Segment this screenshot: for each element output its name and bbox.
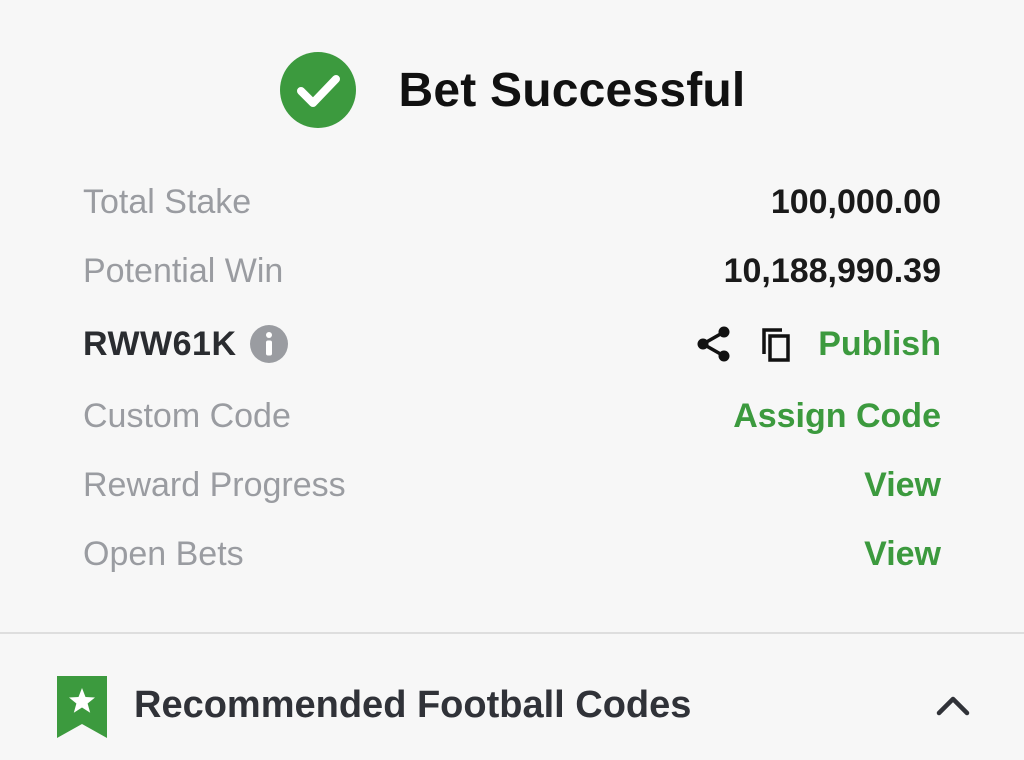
bet-summary: Total Stake 100,000.00 Potential Win 10,… [83,168,941,589]
success-header: Bet Successful [0,50,1024,130]
custom-code-label: Custom Code [83,397,291,435]
total-stake-label: Total Stake [83,183,252,221]
reward-progress-view-link[interactable]: View [864,466,941,505]
chevron-up-icon[interactable] [934,690,972,720]
bet-success-screen: Bet Successful Total Stake 100,000.00 Po… [0,0,1024,760]
publish-link[interactable]: Publish [818,325,941,364]
copy-icon[interactable] [756,324,796,364]
info-icon[interactable] [249,324,289,364]
assign-code-link[interactable]: Assign Code [733,397,941,436]
reward-progress-row: Reward Progress View [83,451,941,520]
reward-progress-label: Reward Progress [83,466,346,504]
potential-win-label: Potential Win [83,252,284,290]
potential-win-value: 10,188,990.39 [723,252,941,290]
open-bets-view-link[interactable]: View [864,535,941,574]
booking-code: RWW61K [83,324,237,363]
page-title: Bet Successful [398,63,746,117]
total-stake-value: 100,000.00 [770,183,941,221]
potential-win-row: Potential Win 10,188,990.39 [83,237,941,306]
bookmark-star-icon [57,676,107,738]
open-bets-row: Open Bets View [83,520,941,589]
booking-code-row: RWW61K Publish [83,306,941,382]
booking-code-group: RWW61K [83,324,289,364]
recommended-codes-header[interactable]: Recommended Football Codes [0,634,1024,760]
open-bets-label: Open Bets [83,535,244,573]
booking-code-actions: Publish [694,324,941,364]
total-stake-row: Total Stake 100,000.00 [83,168,941,237]
recommended-codes-title: Recommended Football Codes [134,684,692,726]
check-circle-icon [279,52,356,128]
custom-code-row: Custom Code Assign Code [83,382,941,451]
share-icon[interactable] [694,324,734,364]
